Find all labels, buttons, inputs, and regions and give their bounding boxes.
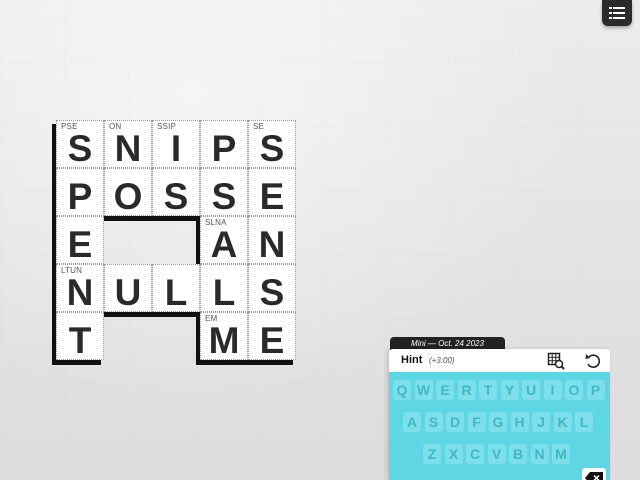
cell-letter: S: [163, 176, 189, 217]
grid-cell[interactable]: E: [248, 312, 296, 361]
keyboard-panel: Hint (+3:00) QWERTYUIOP ASDFGHJKL ZXCVBNM: [389, 349, 610, 480]
list-icon: [609, 7, 625, 19]
key-t[interactable]: T: [479, 380, 497, 400]
undo-icon[interactable]: [584, 352, 602, 370]
cell-letter: S: [259, 128, 285, 169]
cell-letter: T: [68, 320, 92, 361]
key-h[interactable]: H: [510, 412, 529, 432]
key-o[interactable]: O: [565, 380, 583, 400]
grid-cell[interactable]: S: [248, 264, 296, 313]
menu-button[interactable]: [602, 0, 632, 26]
key-e[interactable]: E: [436, 380, 454, 400]
grid-cell[interactable]: E: [56, 216, 104, 265]
grid-cell[interactable]: P: [200, 120, 248, 169]
magnify-grid-icon[interactable]: [547, 352, 565, 370]
grid-cell[interactable]: S: [200, 168, 248, 217]
key-a[interactable]: A: [403, 412, 421, 432]
key-g[interactable]: G: [489, 412, 507, 432]
key-x[interactable]: X: [444, 444, 463, 464]
cell-letter: S: [211, 176, 237, 217]
key-j[interactable]: J: [532, 412, 550, 432]
cell-letter: E: [259, 320, 285, 361]
cell-letter: N: [66, 272, 94, 313]
grid-cell[interactable]: SE S: [248, 120, 296, 169]
key-m[interactable]: M: [552, 444, 570, 464]
grid-cell[interactable]: L: [152, 264, 200, 313]
key-r[interactable]: R: [457, 380, 476, 400]
grid-cell[interactable]: U: [104, 264, 152, 313]
cell-letter: O: [113, 176, 143, 217]
grid-cell[interactable]: EM M: [200, 312, 248, 361]
key-v[interactable]: V: [487, 444, 506, 464]
grid-cell[interactable]: S: [152, 168, 200, 217]
hint-button[interactable]: Hint: [401, 354, 422, 366]
grid-cell[interactable]: SSIP I: [152, 120, 200, 169]
cell-letter: I: [170, 128, 182, 169]
key-y[interactable]: Y: [500, 380, 519, 400]
cell-letter: S: [259, 272, 285, 313]
cell-letter: N: [114, 128, 142, 169]
cell-letter: A: [210, 224, 238, 265]
key-q[interactable]: Q: [393, 380, 411, 400]
hint-cost: (+3:00): [429, 356, 455, 365]
key-z[interactable]: Z: [423, 444, 441, 464]
grid-cell[interactable]: LTUN N: [56, 264, 104, 313]
cell-letter: P: [211, 128, 237, 169]
cell-letter: E: [67, 224, 93, 265]
key-w[interactable]: W: [414, 380, 433, 400]
key-c[interactable]: C: [466, 444, 484, 464]
grid-cell[interactable]: ON N: [104, 120, 152, 169]
grid-cell[interactable]: P: [56, 168, 104, 217]
grid-cell[interactable]: N: [248, 216, 296, 265]
cell-letter: U: [114, 272, 142, 313]
key-k[interactable]: K: [553, 412, 572, 432]
grid-cell[interactable]: L: [200, 264, 248, 313]
key-b[interactable]: B: [509, 444, 527, 464]
key-u[interactable]: U: [522, 380, 540, 400]
keyboard: QWERTYUIOP ASDFGHJKL ZXCVBNM: [389, 372, 610, 480]
key-p[interactable]: P: [586, 380, 605, 400]
crossword-grid: PSE S ON N SSIP I P SE S P O S S E E SLNA A N LTUN N U L L S T EM…: [52, 120, 301, 365]
backspace-key[interactable]: [582, 468, 606, 480]
grid-cell[interactable]: SLNA A: [200, 216, 248, 265]
grid-cell[interactable]: PSE S: [56, 120, 104, 169]
grid-cell[interactable]: E: [248, 168, 296, 217]
key-f[interactable]: F: [467, 412, 486, 432]
cell-letter: N: [258, 224, 286, 265]
cell-letter: L: [212, 272, 236, 313]
toolbar: Hint (+3:00): [389, 349, 610, 372]
grid-cell[interactable]: T: [56, 312, 104, 361]
cell-letter: P: [67, 176, 93, 217]
key-n[interactable]: N: [530, 444, 549, 464]
key-i[interactable]: I: [543, 380, 562, 400]
key-l[interactable]: L: [575, 412, 593, 432]
grid-cell[interactable]: O: [104, 168, 152, 217]
cell-letter: E: [259, 176, 285, 217]
backspace-icon: [585, 472, 603, 480]
cell-letter: L: [164, 272, 188, 313]
key-d[interactable]: D: [446, 412, 464, 432]
cell-letter: S: [67, 128, 93, 169]
key-s[interactable]: S: [424, 412, 443, 432]
cell-letter: M: [208, 320, 240, 361]
